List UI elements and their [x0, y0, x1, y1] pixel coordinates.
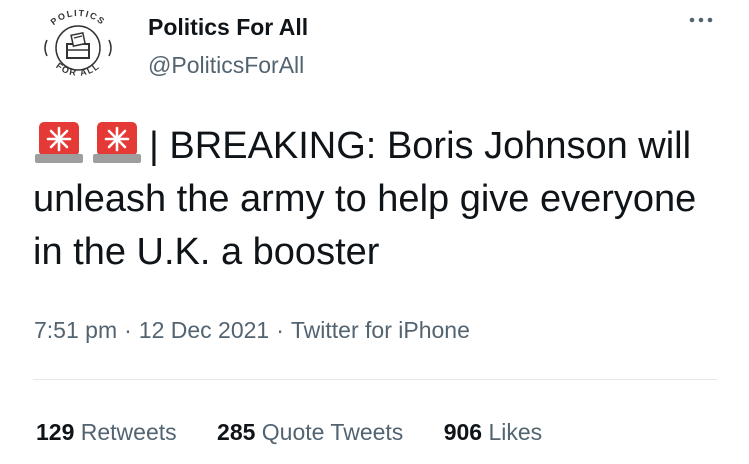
likes-count: 906 — [443, 419, 483, 445]
more-dots-icon — [689, 17, 713, 23]
tweet-source[interactable]: Twitter for iPhone — [291, 317, 470, 343]
account-names: Politics For All @PoliticsForAll — [148, 12, 308, 80]
tweet-prefix: | BREAKING: — [149, 125, 387, 167]
police-light-icon — [33, 120, 85, 164]
display-name[interactable]: Politics For All — [148, 12, 308, 42]
avatar[interactable]: POLITICS FOR ALL — [30, 6, 126, 86]
avatar-text-top: POLITICS — [49, 8, 106, 27]
meta-separator: · — [124, 317, 132, 343]
svg-text:POLITICS: POLITICS — [49, 8, 108, 27]
retweets-label: Retweets — [80, 419, 177, 445]
quote-tweets-stat[interactable]: 285 Quote Tweets — [217, 417, 403, 447]
account-handle[interactable]: @PoliticsForAll — [148, 50, 308, 80]
tweet-header: POLITICS FOR ALL Politics For All @Polit… — [30, 6, 720, 86]
tweet-time[interactable]: 7:51 pm — [34, 317, 117, 343]
meta-separator: · — [276, 317, 284, 343]
tweet-card: POLITICS FOR ALL Politics For All @Polit… — [0, 0, 749, 464]
tweet-text: | BREAKING: Boris Johnson will unleash t… — [33, 120, 723, 279]
quotes-count: 285 — [217, 419, 256, 445]
quotes-label: Quote Tweets — [261, 419, 404, 445]
tweet-date[interactable]: 12 Dec 2021 — [139, 317, 269, 343]
tweet-stats: 129 Retweets 285 Quote Tweets 906 Likes — [36, 417, 576, 447]
divider — [33, 379, 717, 380]
avatar-logo-icon: POLITICS FOR ALL — [44, 8, 112, 78]
likes-label: Likes — [488, 419, 543, 445]
retweets-count: 129 — [36, 419, 75, 445]
police-light-icon — [91, 120, 143, 164]
tweet-metadata: 7:51 pm · 12 Dec 2021 · Twitter for iPhone — [34, 315, 470, 345]
retweets-stat[interactable]: 129 Retweets — [36, 417, 177, 447]
more-options-button[interactable] — [686, 10, 716, 30]
likes-stat[interactable]: 906 Likes — [444, 417, 542, 447]
